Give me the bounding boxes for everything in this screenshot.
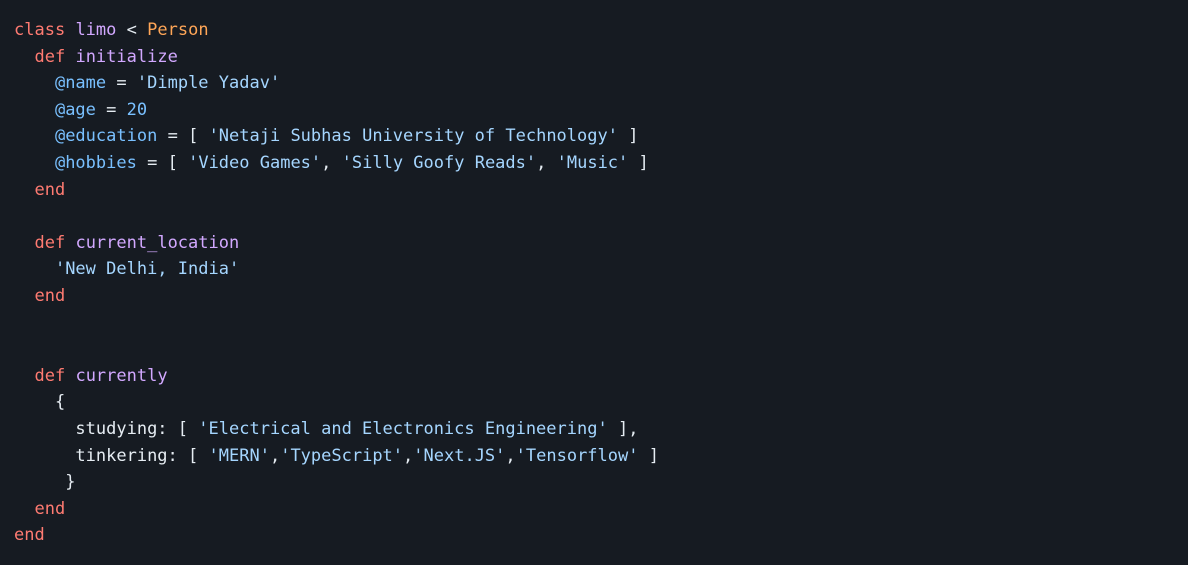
- keyword-class: class: [14, 20, 66, 40]
- code-block: class limo < Person def initialize @name…: [0, 0, 1188, 565]
- string-literal: 'Electrical and Electronics Engineering': [198, 418, 608, 439]
- string-literal: 'Video Games': [188, 152, 322, 173]
- string-literal: 'MERN': [208, 445, 270, 466]
- hash-close: }: [65, 472, 76, 493]
- code-line-3: @name = 'Dimple Yadav': [14, 70, 1188, 97]
- hash-key: studying:: [75, 418, 168, 439]
- keyword-def: def: [34, 46, 66, 67]
- string-literal: 'Next.JS': [413, 445, 506, 466]
- comma: ,: [505, 445, 516, 466]
- comma: ,: [403, 445, 414, 466]
- code-line-11: end: [14, 283, 1188, 310]
- string-literal: 'Netaji Subhas University of Technology': [208, 126, 618, 147]
- comma: ,: [536, 152, 547, 173]
- code-line-10: 'New Delhi, India': [14, 256, 1188, 283]
- assign-operator: =: [147, 152, 158, 173]
- instance-variable: @name: [54, 73, 107, 94]
- code-line-6: @hobbies = [ 'Video Games', 'Silly Goofy…: [14, 150, 1188, 177]
- keyword-end: end: [14, 525, 45, 546]
- array-close: ],: [617, 418, 639, 439]
- code-line-14: def currently: [14, 363, 1188, 390]
- code-line-19: end: [14, 496, 1188, 523]
- number-literal: 20: [126, 99, 148, 120]
- string-literal: 'New Delhi, India': [54, 259, 240, 280]
- assign-operator: =: [116, 73, 127, 94]
- instance-variable: @education: [54, 126, 158, 147]
- code-line-9: def current_location: [14, 230, 1188, 257]
- string-literal: 'Silly Goofy Reads': [341, 152, 537, 173]
- array-close: ]: [648, 445, 659, 466]
- comma: ,: [321, 152, 332, 173]
- keyword-end: end: [34, 498, 66, 519]
- code-line-20: end: [14, 522, 1188, 549]
- keyword-end: end: [34, 285, 66, 306]
- instance-variable: @hobbies: [54, 152, 137, 173]
- method-name: current_location: [75, 232, 240, 253]
- code-line-7: end: [14, 177, 1188, 204]
- code-line-5: @education = [ 'Netaji Subhas University…: [14, 123, 1188, 150]
- array-close: ]: [628, 126, 639, 147]
- hash-open: {: [54, 392, 66, 413]
- array-close: ]: [638, 152, 649, 173]
- code-line-4: @age = 20: [14, 97, 1188, 124]
- code-line-1: class limo < Person: [14, 17, 1188, 44]
- assign-operator: =: [167, 126, 178, 147]
- array-open: [: [188, 445, 199, 466]
- class-name: limo: [75, 20, 117, 40]
- method-name: currently: [75, 365, 168, 386]
- code-line-16: studying: [ 'Electrical and Electronics …: [14, 416, 1188, 443]
- comma: ,: [269, 445, 281, 466]
- keyword-def: def: [34, 365, 66, 386]
- parent-class-name: Person: [147, 20, 209, 40]
- string-literal: 'Tensorflow': [515, 445, 639, 466]
- assign-operator: =: [106, 99, 117, 120]
- hash-key: tinkering:: [75, 445, 178, 466]
- code-line-17: tinkering: [ 'MERN','TypeScript','Next.J…: [14, 443, 1188, 470]
- code-line-2: def initialize: [14, 44, 1188, 71]
- method-name: initialize: [75, 46, 178, 67]
- keyword-def: def: [34, 232, 66, 253]
- string-literal: 'TypeScript': [280, 445, 404, 466]
- inherit-operator: <: [126, 20, 137, 40]
- array-open: [: [188, 126, 199, 147]
- code-line-15: {: [14, 389, 1188, 416]
- keyword-end: end: [34, 179, 66, 200]
- string-literal: 'Music': [556, 152, 629, 173]
- string-literal: 'Dimple Yadav': [136, 73, 281, 94]
- code-line-18: }: [14, 469, 1188, 496]
- instance-variable: @age: [54, 99, 96, 120]
- array-open: [: [167, 152, 178, 173]
- array-open: [: [177, 418, 189, 439]
